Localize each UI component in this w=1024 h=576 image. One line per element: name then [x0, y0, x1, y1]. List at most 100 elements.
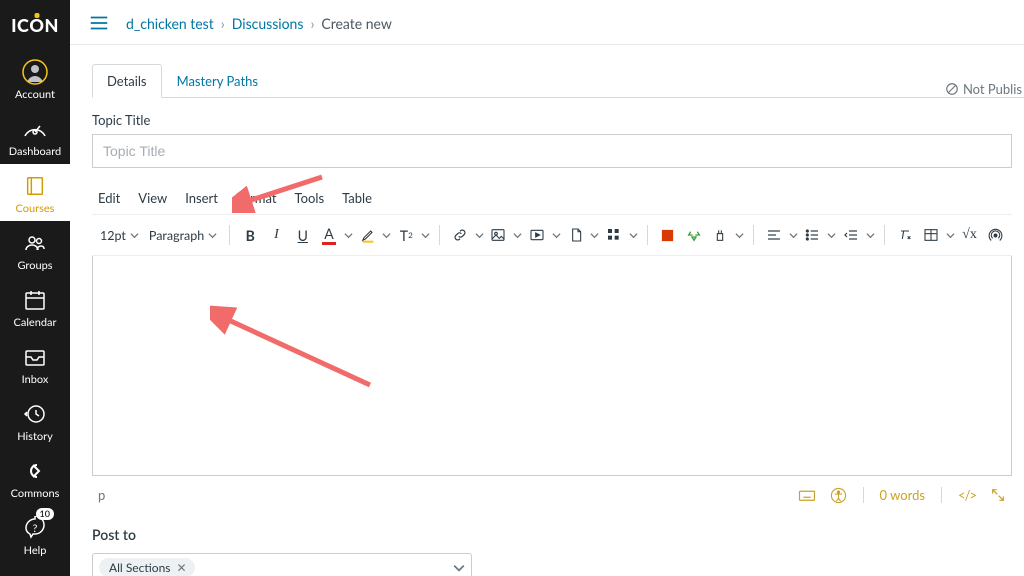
fullscreen-icon[interactable]: [990, 487, 1006, 503]
nav-calendar-label: Calendar: [14, 316, 57, 329]
text-color-button[interactable]: A: [317, 221, 341, 249]
editor-textarea[interactable]: [92, 256, 1012, 476]
toolbar-separator: [647, 225, 648, 245]
help-badge: 10: [36, 508, 54, 520]
menu-insert[interactable]: Insert: [185, 190, 218, 206]
menu-tools[interactable]: Tools: [295, 190, 325, 206]
media-dropdown[interactable]: [551, 221, 561, 249]
nav-commons-label: Commons: [11, 487, 60, 500]
publish-status: Not Publis: [945, 81, 1024, 97]
toolbar-separator: [229, 225, 230, 245]
chevron-right-icon: ›: [310, 15, 314, 32]
document-dropdown[interactable]: [590, 221, 600, 249]
nav-help-label: Help: [24, 544, 47, 557]
equation-button[interactable]: √x: [957, 221, 981, 249]
accessibility-icon[interactable]: [830, 487, 847, 504]
chevron-right-icon: ›: [221, 15, 225, 32]
underline-button[interactable]: U: [291, 221, 315, 249]
link-dropdown[interactable]: [474, 221, 484, 249]
nav-dashboard[interactable]: Dashboard: [0, 107, 70, 164]
hamburger-icon[interactable]: [88, 12, 110, 34]
topic-title-input[interactable]: [92, 134, 1012, 168]
toolbar-separator: [884, 225, 885, 245]
align-dropdown[interactable]: [788, 221, 798, 249]
table-dropdown[interactable]: [945, 221, 955, 249]
apps-button[interactable]: [602, 221, 626, 249]
menu-edit[interactable]: Edit: [98, 190, 120, 206]
word-count[interactable]: 0 words: [880, 487, 925, 503]
tab-mastery-paths[interactable]: Mastery Paths: [162, 64, 273, 98]
post-to-select[interactable]: All Sections ✕: [92, 553, 472, 576]
highlight-button[interactable]: [355, 221, 379, 249]
menu-table[interactable]: Table: [342, 190, 372, 206]
tab-details[interactable]: Details: [92, 64, 162, 98]
nav-inbox-label: Inbox: [22, 373, 49, 386]
plugin-dropdown[interactable]: [734, 221, 744, 249]
nav-calendar[interactable]: Calendar: [0, 278, 70, 335]
unpublished-icon: [945, 82, 959, 96]
block-format-select[interactable]: Paragraph: [145, 224, 221, 247]
avatar-icon: [21, 58, 49, 86]
clear-format-button[interactable]: [892, 221, 916, 249]
nav-account-label: Account: [15, 88, 55, 101]
menu-format[interactable]: Format: [236, 190, 277, 206]
inbox-icon: [21, 343, 49, 371]
office-icon[interactable]: [656, 221, 680, 249]
people-icon: [21, 229, 49, 257]
bold-button[interactable]: B: [238, 221, 262, 249]
gauge-icon: [21, 115, 49, 143]
breadcrumb-course[interactable]: d_chicken test: [126, 15, 214, 32]
post-to-section: Post to All Sections ✕: [92, 526, 1012, 576]
outdent-button[interactable]: [839, 221, 863, 249]
table-button[interactable]: [919, 221, 943, 249]
script-dropdown[interactable]: [420, 221, 430, 249]
editor-toolbar: 12pt Paragraph B I U A T2: [92, 214, 1012, 256]
statusbar-separator: [941, 487, 942, 503]
nav-history[interactable]: History: [0, 392, 70, 449]
nav-courses[interactable]: Courses: [0, 164, 70, 221]
font-size-select[interactable]: 12pt: [96, 224, 143, 247]
menu-view[interactable]: View: [138, 190, 167, 206]
highlight-dropdown[interactable]: [382, 221, 392, 249]
html-view-button[interactable]: </>: [958, 487, 976, 503]
content-area: Details Mastery Paths Not Publis Topic T…: [70, 45, 1024, 576]
keyboard-icon[interactable]: [798, 486, 816, 504]
document-button[interactable]: [564, 221, 588, 249]
statusbar-separator: [863, 487, 864, 503]
chevron-down-icon: [130, 231, 139, 240]
media-button[interactable]: [525, 221, 549, 249]
align-button[interactable]: [762, 221, 786, 249]
nav-account[interactable]: Account: [0, 50, 70, 107]
link-button[interactable]: [448, 221, 472, 249]
indent-dropdown[interactable]: [865, 221, 875, 249]
nav-history-label: History: [17, 430, 53, 443]
text-color-dropdown[interactable]: [343, 221, 353, 249]
nav-groups[interactable]: Groups: [0, 221, 70, 278]
chevron-down-icon: [453, 562, 465, 574]
recycle-icon[interactable]: [682, 221, 706, 249]
tabs-row: Details Mastery Paths Not Publis: [92, 63, 1024, 98]
image-button[interactable]: [486, 221, 510, 249]
nav-groups-label: Groups: [17, 259, 52, 272]
commons-icon: [21, 457, 49, 485]
editor-menubar: Edit View Insert Format Tools Table: [92, 190, 1012, 214]
nav-inbox[interactable]: Inbox: [0, 335, 70, 392]
breadcrumb-section[interactable]: Discussions: [232, 15, 304, 32]
bullet-list-dropdown[interactable]: [827, 221, 837, 249]
plugin-button[interactable]: [708, 221, 732, 249]
remove-chip-icon[interactable]: ✕: [176, 560, 186, 575]
toolbar-separator: [753, 225, 754, 245]
apps-dropdown[interactable]: [628, 221, 638, 249]
embed-button[interactable]: [984, 221, 1008, 249]
nav-commons[interactable]: Commons: [0, 449, 70, 506]
nav-help[interactable]: 10 ? Help: [0, 506, 70, 563]
italic-button[interactable]: I: [264, 221, 288, 249]
superscript-button[interactable]: T2: [394, 221, 418, 249]
topic-title-label: Topic Title: [92, 112, 1024, 128]
element-path[interactable]: p: [98, 487, 798, 503]
image-dropdown[interactable]: [513, 221, 523, 249]
bullet-list-button[interactable]: [800, 221, 824, 249]
book-icon: [21, 172, 49, 200]
svg-text:?: ?: [33, 522, 38, 535]
calendar-icon: [21, 286, 49, 314]
